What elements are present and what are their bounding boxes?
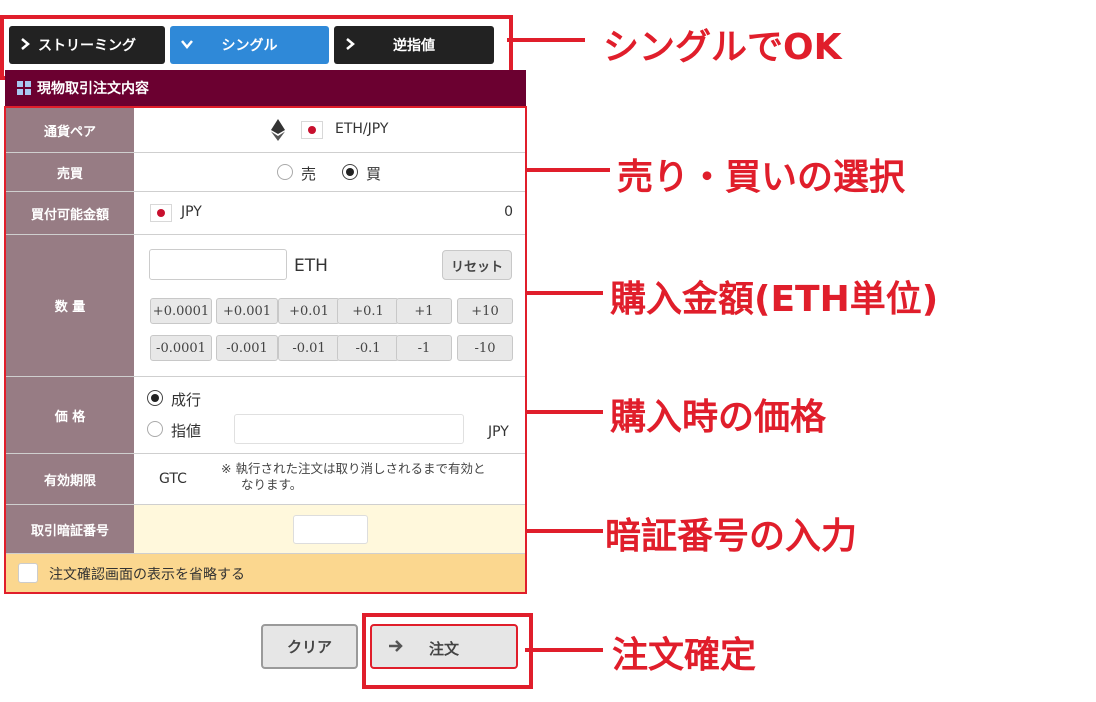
tab-label: ストリーミング bbox=[38, 38, 136, 54]
increment-button[interactable]: +10 bbox=[457, 298, 513, 324]
sell-radio[interactable] bbox=[277, 164, 293, 180]
row-label: 価 格 bbox=[6, 377, 134, 453]
japan-flag-icon bbox=[150, 204, 172, 222]
japan-flag-icon bbox=[301, 121, 323, 139]
decrement-button[interactable]: -0.01 bbox=[278, 335, 340, 361]
buy-label: 買 bbox=[366, 165, 382, 183]
expiry-note-line2: なります。 bbox=[241, 477, 303, 492]
decrement-button[interactable]: -1 bbox=[396, 335, 452, 361]
quantity-input[interactable] bbox=[149, 249, 287, 280]
increment-button[interactable]: +1 bbox=[396, 298, 452, 324]
decrement-button[interactable]: -0.1 bbox=[337, 335, 399, 361]
annotation-line bbox=[525, 529, 603, 533]
skip-confirm-checkbox[interactable] bbox=[18, 563, 38, 583]
annotation-line bbox=[525, 410, 603, 414]
tab-single[interactable]: シングル bbox=[170, 26, 329, 64]
row-pin: 取引暗証番号 bbox=[6, 504, 525, 553]
row-label: 通貨ペア bbox=[6, 108, 134, 152]
row-price: 価 格 成行 指値 JPY bbox=[6, 376, 525, 453]
sell-label: 売 bbox=[301, 165, 317, 183]
tab-label: 逆指値 bbox=[393, 38, 435, 54]
tab-streaming[interactable]: ストリーミング bbox=[9, 26, 165, 64]
panel-header: 現物取引注文内容 bbox=[5, 70, 526, 106]
quantity-unit: ETH bbox=[294, 256, 328, 276]
decrement-button[interactable]: -10 bbox=[457, 335, 513, 361]
chevron-right-icon bbox=[21, 38, 30, 50]
row-expiry: 有効期限 GTC ※ 執行された注文は取り消しされるまで有効と なります。 bbox=[6, 453, 525, 504]
ethereum-icon bbox=[271, 119, 285, 141]
annotation-line bbox=[525, 648, 603, 652]
arrow-right-icon bbox=[389, 640, 403, 652]
increment-button[interactable]: +0.01 bbox=[278, 298, 340, 324]
row-available: 買付可能金額 JPY 0 bbox=[6, 191, 525, 234]
row-pair: 通貨ペア ETH/JPY bbox=[6, 108, 525, 152]
increment-button[interactable]: +0.1 bbox=[337, 298, 399, 324]
buy-radio[interactable] bbox=[342, 164, 358, 180]
decrement-button[interactable]: -0.001 bbox=[216, 335, 278, 361]
limit-label: 指値 bbox=[171, 422, 202, 440]
row-label: 取引暗証番号 bbox=[6, 505, 134, 553]
row-quantity: 数 量 ETH リセット +0.0001 +0.001 +0.01 +0.1 +… bbox=[6, 234, 525, 376]
increment-button[interactable]: +0.001 bbox=[216, 298, 278, 324]
row-label: 売買 bbox=[6, 153, 134, 191]
chevron-right-icon bbox=[346, 38, 355, 50]
market-label: 成行 bbox=[171, 391, 202, 409]
row-skip-confirm: 注文確認画面の表示を省略する bbox=[6, 553, 525, 592]
row-label: 買付可能金額 bbox=[6, 192, 134, 234]
row-side: 売買 売 買 bbox=[6, 152, 525, 191]
price-unit: JPY bbox=[488, 424, 509, 440]
order-button-label: 注文 bbox=[429, 640, 460, 658]
clear-button[interactable]: クリア bbox=[261, 624, 358, 669]
limit-radio[interactable] bbox=[147, 421, 163, 437]
market-radio[interactable] bbox=[147, 390, 163, 406]
annotation-line bbox=[507, 38, 585, 42]
annotation-line bbox=[525, 168, 610, 172]
grid-icon bbox=[17, 81, 31, 95]
annotation-pin: 暗証番号の入力 bbox=[605, 516, 858, 557]
annotation-confirm: 注文確定 bbox=[612, 635, 757, 676]
row-label: 数 量 bbox=[6, 235, 134, 376]
row-label: 有効期限 bbox=[6, 454, 134, 504]
annotation-line bbox=[525, 291, 603, 295]
annotation-amount: 購入金額(ETH単位) bbox=[610, 279, 939, 320]
available-currency: JPY bbox=[181, 204, 202, 220]
available-amount: 0 bbox=[504, 204, 513, 220]
decrement-button[interactable]: -0.0001 bbox=[150, 335, 212, 361]
increment-button[interactable]: +0.0001 bbox=[150, 298, 212, 324]
annotation-price: 購入時の価格 bbox=[610, 397, 827, 438]
pin-input[interactable] bbox=[293, 515, 368, 544]
skip-confirm-label: 注文確認画面の表示を省略する bbox=[49, 567, 245, 583]
annotation-side: 売り・買いの選択 bbox=[617, 157, 906, 198]
expiry-note-line1: ※ 執行された注文は取り消しされるまで有効と bbox=[221, 461, 486, 476]
tab-stop-order[interactable]: 逆指値 bbox=[334, 26, 494, 64]
expiry-value: GTC bbox=[159, 471, 187, 487]
panel-title: 現物取引注文内容 bbox=[37, 81, 149, 97]
annotation-single-ok: シングルでOK bbox=[603, 27, 842, 68]
order-button[interactable]: 注文 bbox=[370, 624, 518, 669]
pair-value: ETH/JPY bbox=[335, 121, 389, 137]
limit-price-input[interactable] bbox=[234, 414, 464, 444]
reset-button[interactable]: リセット bbox=[442, 250, 512, 280]
chevron-down-icon bbox=[181, 40, 193, 49]
